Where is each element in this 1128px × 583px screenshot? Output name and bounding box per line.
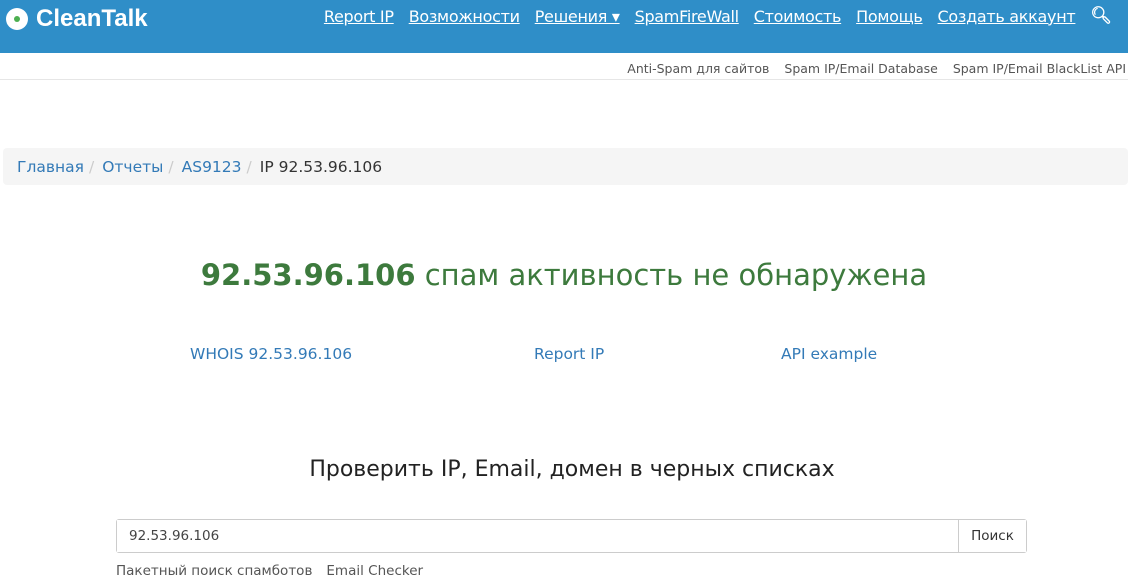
logo[interactable]: CleanTalk — [6, 5, 148, 33]
main-nav: Report IP Возможности Решения ▾ SpamFire… — [324, 6, 1112, 26]
nav-spamfirewall[interactable]: SpamFireWall — [635, 7, 739, 26]
breadcrumb-home[interactable]: Главная — [17, 158, 84, 176]
nav-report-ip[interactable]: Report IP — [324, 7, 394, 26]
breadcrumb-as[interactable]: AS9123 — [182, 158, 242, 176]
email-checker-link[interactable]: Email Checker — [326, 563, 423, 579]
report-ip-link[interactable]: Report IP — [534, 345, 604, 363]
top-navbar: CleanTalk Report IP Возможности Решения … — [0, 0, 1128, 53]
status-ip: 92.53.96.106 — [200, 258, 416, 292]
nav-help[interactable]: Помощь — [856, 7, 923, 26]
bulk-search-link[interactable]: Пакетный поиск спамботов — [116, 563, 312, 579]
subnav-blacklist-api[interactable]: Spam IP/Email BlackList API — [953, 61, 1126, 76]
subnav-database[interactable]: Spam IP/Email Database — [784, 61, 937, 76]
blacklist-search: Поиск — [116, 519, 1027, 553]
nav-features[interactable]: Возможности — [409, 7, 520, 26]
breadcrumb: Главная / Отчеты / AS9123/ IP 92.53.96.106 — [3, 148, 1128, 185]
search-input[interactable] — [117, 520, 958, 552]
nav-create-account[interactable]: Создать аккаунт — [938, 7, 1076, 26]
check-title: Проверить IP, Email, домен в черных спис… — [309, 457, 835, 482]
search-icon[interactable]: 🔍︎ — [1090, 6, 1112, 26]
logo-icon — [6, 8, 28, 30]
sub-nav: Anti-Spam для сайтов Spam IP/Email Datab… — [627, 61, 1126, 76]
status-heading: 92.53.96.106 спам активность не обнаруже… — [0, 258, 1128, 292]
breadcrumb-reports[interactable]: Отчеты — [102, 158, 163, 176]
breadcrumb-current: IP 92.53.96.106 — [259, 157, 383, 176]
divider — [0, 79, 1128, 80]
status-text: спам активность не обнаружена — [415, 258, 928, 292]
subnav-antispam[interactable]: Anti-Spam для сайтов — [627, 61, 769, 76]
search-button[interactable]: Поиск — [958, 520, 1026, 552]
logo-text: CleanTalk — [36, 5, 148, 32]
api-example-link[interactable]: API example — [781, 345, 877, 363]
whois-link[interactable]: WHOIS 92.53.96.106 — [190, 345, 352, 363]
nav-pricing[interactable]: Стоимость — [754, 7, 842, 26]
nav-solutions[interactable]: Решения ▾ — [535, 7, 620, 26]
